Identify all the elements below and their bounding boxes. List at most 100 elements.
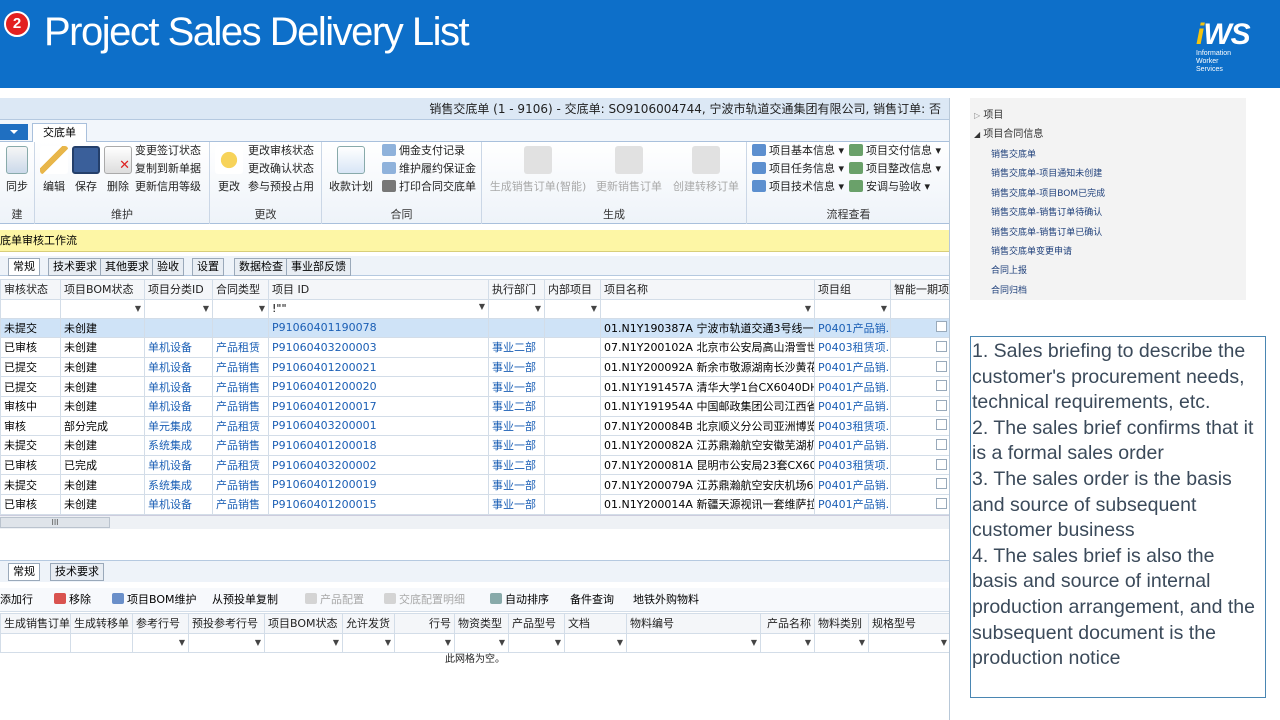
table-cell[interactable] <box>890 395 949 417</box>
project-basic-info-button[interactable]: 项目基本信息 ▾ <box>752 142 844 160</box>
filter-cell[interactable]: ▼ <box>814 298 891 319</box>
column-header[interactable]: 项目BOM状态 <box>60 279 145 300</box>
project-rectify-info-button[interactable]: 项目整改信息 ▾ <box>849 160 941 178</box>
column-header[interactable]: 项目BOM状态 <box>264 613 343 634</box>
change-sign-status-button[interactable]: 变更签订状态 <box>135 142 201 160</box>
bom-maintain-button[interactable]: 项目BOM维护 <box>112 592 197 608</box>
copy-from-preinvest-button[interactable]: 从预投单复制 <box>212 592 278 608</box>
column-header[interactable]: 合同类型 <box>212 279 269 300</box>
print-contract-button[interactable]: 打印合同交底单 <box>382 178 476 196</box>
lower-tab-tech-requirements[interactable]: 技术要求 <box>50 563 104 581</box>
tab-tech-requirements[interactable]: 技术要求 <box>48 258 102 276</box>
scroll-thumb[interactable]: III <box>0 516 110 528</box>
column-header[interactable]: 规格型号 <box>868 613 949 634</box>
tree-leaf-item[interactable]: 销售交底单变更申请 <box>991 244 1072 257</box>
table-cell[interactable] <box>890 435 949 456</box>
table-row[interactable]: 已审核 已完成 单机设备 产品租赁 P91060403200002 事业二部 07.N1Y2… <box>0 454 949 476</box>
row-checkbox[interactable] <box>936 497 947 509</box>
spare-parts-query-button[interactable]: 备件查询 <box>570 592 614 608</box>
column-header[interactable]: 生成转移单 <box>70 613 133 634</box>
project-delivery-info-button[interactable]: 项目交付信息 ▾ <box>849 142 941 160</box>
column-header[interactable]: 产品名称 <box>760 613 815 634</box>
gen-sales-order-smart-button[interactable]: 生成销售订单(智能) <box>488 146 588 194</box>
column-header[interactable]: 项目分类ID <box>144 279 213 300</box>
tree-node-contract-info[interactable]: ◢ 项目合同信息 <box>974 125 1043 140</box>
table-row[interactable]: 审核中 未创建 单机设备 产品销售 P91060401200017 事业二部 01.N1Y1… <box>0 395 949 417</box>
row-checkbox[interactable] <box>936 458 947 470</box>
remove-button[interactable]: 移除 <box>54 592 91 608</box>
project-tech-info-button[interactable]: 项目技术信息 ▾ <box>752 178 844 196</box>
table-row[interactable]: 已提交 未创建 单机设备 产品销售 P91060401200020 事业一部 01.N1Y1… <box>0 376 949 397</box>
update-credit-button[interactable]: 更新信用等级 <box>135 178 201 196</box>
filter-cell[interactable]: ▼ <box>212 298 269 319</box>
column-header[interactable]: 预投参考行号 <box>188 613 265 634</box>
column-header[interactable]: 参考行号 <box>132 613 189 634</box>
tree-leaf-item[interactable]: 销售交底单-销售订单已确认 <box>991 225 1102 238</box>
table-row[interactable]: 已审核 未创建 单机设备 产品租赁 P91060403200003 事业二部 07.N1Y2… <box>0 337 949 358</box>
table-cell[interactable] <box>890 376 949 397</box>
install-acceptance-button[interactable]: 安调与验收 ▾ <box>849 178 930 196</box>
table-row[interactable]: 未提交 未创建 系统集成 产品销售 P91060401200018 事业一部 01.N1Y2… <box>0 435 949 456</box>
table-row[interactable]: 审核 部分完成 单元集成 产品租赁 P91060403200001 事业一部 07.N1Y2… <box>0 415 949 437</box>
tree-leaf-item[interactable]: 合同归档 <box>991 283 1027 296</box>
project-task-info-button[interactable]: 项目任务信息 ▾ <box>752 160 844 178</box>
row-checkbox[interactable] <box>936 399 947 411</box>
row-checkbox[interactable] <box>936 419 947 431</box>
table-cell[interactable] <box>890 493 949 515</box>
filter-cell[interactable]: ▼ <box>544 298 601 319</box>
tab-general[interactable]: 常规 <box>8 258 40 276</box>
update-sales-order-button[interactable]: 更新销售订单 <box>594 146 664 194</box>
auto-sort-button[interactable]: 自动排序 <box>490 592 549 608</box>
column-header[interactable]: 内部项目 <box>544 279 601 300</box>
sync-button[interactable]: 同步 <box>2 146 32 194</box>
performance-bond-button[interactable]: 维护履约保证金 <box>382 160 476 178</box>
column-header[interactable]: 审核状态 <box>0 279 61 300</box>
metro-purchase-button[interactable]: 地铁外购物料 <box>633 592 699 608</box>
workflow-bar[interactable]: 底单审核工作流 <box>0 230 949 252</box>
tab-acceptance[interactable]: 验收 <box>152 258 184 276</box>
lower-tab-general[interactable]: 常规 <box>8 563 40 581</box>
filter-project-id[interactable]: ▼ !"" <box>268 298 489 319</box>
ribbon-tab-delivery[interactable]: 交底单 <box>32 123 87 143</box>
delete-button[interactable]: ✕ 删除 <box>103 146 133 194</box>
row-checkbox[interactable] <box>936 340 947 352</box>
column-header[interactable]: 物料类别 <box>814 613 869 634</box>
change-audit-status-button[interactable]: 更改审核状态 <box>248 142 314 160</box>
tab-data-check[interactable]: 数据检查 <box>234 258 288 276</box>
column-header[interactable]: 物资类型 <box>454 613 509 634</box>
column-header[interactable]: 执行部门 <box>488 279 545 300</box>
product-config-button[interactable]: 产品配置 <box>305 592 364 608</box>
table-cell[interactable] <box>890 356 949 378</box>
tree-leaf-item[interactable]: 销售交底单 <box>991 147 1036 160</box>
filter-cell[interactable]: ▼ <box>600 298 815 319</box>
tab-other-requirements[interactable]: 其他要求 <box>100 258 154 276</box>
add-line-button[interactable]: 添加行 <box>0 592 33 608</box>
column-header[interactable]: 智能一期项 <box>890 279 949 300</box>
filter-cell[interactable]: ▼ <box>144 298 213 319</box>
tree-leaf-item[interactable]: 销售交底单-项目通知未创建 <box>991 166 1102 179</box>
row-checkbox[interactable] <box>936 478 947 490</box>
change-button[interactable]: 更改 <box>214 146 244 194</box>
tree-node-project[interactable]: ▷ 项目 <box>974 106 1003 121</box>
pre-invest-occupy-button[interactable]: 参与预投占用 <box>248 178 314 196</box>
table-row[interactable]: 已提交 未创建 单机设备 产品销售 P91060401200021 事业一部 01.N1Y2… <box>0 356 949 378</box>
tab-settings[interactable]: 设置 <box>192 258 224 276</box>
filter-cell[interactable] <box>0 298 61 319</box>
column-header[interactable]: 项目 ID <box>268 279 489 300</box>
create-transfer-order-button[interactable]: 创建转移订单 <box>670 146 742 194</box>
column-header[interactable]: 行号 <box>394 613 455 634</box>
horizontal-scrollbar[interactable]: III <box>0 514 949 529</box>
column-header[interactable]: 产品型号 <box>508 613 565 634</box>
table-row[interactable]: 已审核 未创建 单机设备 产品销售 P91060401200015 事业一部 01.N1Y2… <box>0 493 949 515</box>
column-header[interactable]: 文档 <box>564 613 627 634</box>
filter-cell[interactable]: ▼ <box>488 298 545 319</box>
column-header[interactable]: 生成销售订单 <box>0 613 71 634</box>
quick-access-menu-button[interactable] <box>0 124 28 140</box>
edit-button[interactable]: 编辑 <box>39 146 69 194</box>
table-cell[interactable] <box>890 317 949 339</box>
row-checkbox[interactable] <box>936 321 947 333</box>
row-checkbox[interactable] <box>936 438 947 450</box>
filter-cell[interactable] <box>890 298 949 319</box>
table-cell[interactable] <box>890 337 949 358</box>
config-detail-button[interactable]: 交底配置明细 <box>384 592 465 608</box>
